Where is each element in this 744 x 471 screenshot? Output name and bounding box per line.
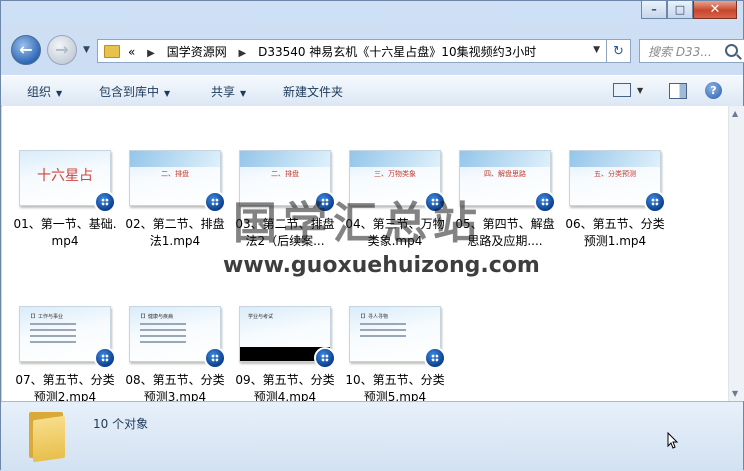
file-item[interactable]: 二、排盘 02、第二节、排盘法1.mp4 <box>122 150 228 250</box>
file-name: 02、第二节、排盘法1.mp4 <box>125 217 225 248</box>
item-count: 10 个对象 <box>93 417 149 431</box>
thumbnail-title: 【】健康与疾病 <box>138 314 174 320</box>
maximize-button[interactable]: □ <box>667 1 693 19</box>
minimize-button[interactable]: – <box>641 1 667 19</box>
organize-label: 组织 <box>27 85 52 99</box>
media-player-icon <box>204 347 226 369</box>
media-player-icon <box>644 191 666 213</box>
new-folder-button[interactable]: 新建文件夹 <box>283 83 343 100</box>
file-name: 08、第五节、分类预测3.mp4 <box>125 373 225 401</box>
media-player-icon <box>204 191 226 213</box>
back-button[interactable]: ← <box>11 35 41 65</box>
media-player-icon <box>94 191 116 213</box>
address-overflow[interactable]: « <box>128 45 135 59</box>
video-thumbnail: 【】健康与疾病 <box>129 306 226 369</box>
thumbnail-title: 学业与考试 <box>248 314 274 320</box>
forward-arrow-icon: → <box>55 40 69 59</box>
thumbnail-banner <box>130 151 220 167</box>
share-menu[interactable]: 共享 ▼ <box>211 83 246 100</box>
refresh-button[interactable]: ↻ <box>607 39 631 63</box>
file-name: 10、第五节、分类预测5.mp4 <box>345 373 445 401</box>
chevron-down-icon: ▼ <box>164 89 171 98</box>
scroll-down-icon[interactable]: ▼ <box>732 389 738 398</box>
caption-buttons: – □ ✕ <box>641 1 737 19</box>
folder-icon <box>29 412 67 463</box>
share-label: 共享 <box>211 85 236 99</box>
file-item[interactable]: 【】健康与疾病 08、第五节、分类预测3.mp4 <box>122 306 228 401</box>
video-thumbnail: 五、分类预测 <box>569 150 666 213</box>
maximize-icon: □ <box>674 3 686 16</box>
media-player-icon <box>424 347 446 369</box>
address-bar[interactable]: « ▶ 国学资源网 ▶ D33540 神易玄机《十六星占盘》10集视频约3小时 … <box>97 39 607 63</box>
breadcrumb-segment[interactable]: D33540 神易玄机《十六星占盘》10集视频约3小时 <box>258 45 536 59</box>
search-icon <box>725 44 738 57</box>
close-button[interactable]: ✕ <box>693 1 737 19</box>
thumbnail-banner <box>460 151 550 167</box>
address-path: « ▶ 国学资源网 ▶ D33540 神易玄机《十六星占盘》10集视频约3小时 <box>128 43 536 60</box>
file-item[interactable]: 【】寻人寻物 10、第五节、分类预测5.mp4 <box>342 306 448 401</box>
file-item[interactable]: 学业与考试 09、第五节、分类预测4.mp4 <box>232 306 338 401</box>
thumbnail-title: 三、万物类象 <box>374 170 416 178</box>
watermark-title: 国学汇总站 <box>233 198 483 249</box>
search-input[interactable]: 搜索 D33... <box>648 43 718 60</box>
thumbnail-text-lines <box>360 323 406 341</box>
refresh-icon: ↻ <box>613 43 624 59</box>
thumbnail-banner <box>350 151 440 167</box>
scroll-up-icon[interactable]: ▲ <box>732 109 738 118</box>
forward-button[interactable]: → <box>47 35 77 65</box>
organize-menu[interactable]: 组织 ▼ <box>27 83 62 100</box>
include-in-library-menu[interactable]: 包含到库中 ▼ <box>99 83 170 100</box>
thumbnail-title: 四、解盘思路 <box>484 170 526 178</box>
search-box[interactable]: 搜索 D33... <box>639 39 744 63</box>
thumbnail-title: 五、分类预测 <box>594 170 636 178</box>
navigation-row: ← → ▼ « ▶ 国学资源网 ▶ D33540 神易玄机《十六星占盘》10集视… <box>9 33 744 69</box>
media-player-icon <box>534 191 556 213</box>
view-dropdown-icon[interactable]: ▼ <box>637 86 643 95</box>
help-icon[interactable]: ? <box>705 82 722 99</box>
file-name: 09、第五节、分类预测4.mp4 <box>235 373 335 401</box>
thumbnail-banner <box>240 151 330 167</box>
media-player-icon <box>94 347 116 369</box>
change-view-icon[interactable] <box>613 83 631 97</box>
command-bar: 组织 ▼ 包含到库中 ▼ 共享 ▼ 新建文件夹 ▼ ? <box>1 75 743 107</box>
thumbnail-title: 十六星占 <box>37 168 93 184</box>
vertical-scrollbar[interactable]: ▲ ▼ <box>728 106 744 401</box>
minimize-icon: – <box>651 3 657 16</box>
video-thumbnail: 二、排盘 <box>129 150 226 213</box>
file-name: 06、第五节、分类预测1.mp4 <box>565 217 665 248</box>
thumbnail-text-lines <box>140 323 186 347</box>
thumbnail-title: 【】工作与事业 <box>28 314 64 320</box>
chevron-down-icon: ▼ <box>240 89 247 98</box>
video-thumbnail: 学业与考试 <box>239 306 336 369</box>
folder-icon <box>104 44 120 58</box>
video-thumbnail: 十六星占 <box>19 150 116 213</box>
file-name: 07、第五节、分类预测2.mp4 <box>15 373 115 401</box>
recent-pages-dropdown[interactable]: ▼ <box>83 45 90 55</box>
video-thumbnail: 【】工作与事业 <box>19 306 116 369</box>
video-thumbnail: 【】寻人寻物 <box>349 306 446 369</box>
file-item[interactable]: 五、分类预测 06、第五节、分类预测1.mp4 <box>562 150 668 250</box>
chevron-down-icon: ▼ <box>56 89 63 98</box>
file-item[interactable]: 【】工作与事业 07、第五节、分类预测2.mp4 <box>12 306 118 401</box>
thumbnail-title: 二、排盘 <box>271 170 299 178</box>
thumbnail-text-lines <box>30 323 76 347</box>
preview-pane-icon[interactable] <box>669 83 687 99</box>
breadcrumb-separator-icon[interactable]: ▶ <box>239 48 247 59</box>
breadcrumb-segment[interactable]: 国学资源网 <box>167 45 227 59</box>
watermark-url: www.guoxuehuizong.com <box>223 253 540 278</box>
file-item[interactable]: 十六星占 01、第一节、基础.mp4 <box>12 150 118 250</box>
details-pane: 10 个对象 <box>1 401 743 471</box>
thumbnail-banner <box>570 151 660 167</box>
media-player-icon <box>314 347 336 369</box>
breadcrumb-separator-icon[interactable]: ▶ <box>147 48 155 59</box>
thumbnail-title: 【】寻人寻物 <box>358 314 389 320</box>
include-in-library-label: 包含到库中 <box>99 85 160 99</box>
file-name: 01、第一节、基础.mp4 <box>13 217 117 248</box>
close-icon: ✕ <box>709 2 721 17</box>
back-arrow-icon: ← <box>19 40 33 59</box>
address-dropdown-icon[interactable]: ▼ <box>593 45 600 55</box>
new-folder-label: 新建文件夹 <box>283 85 344 99</box>
thumbnail-title: 二、排盘 <box>161 170 189 178</box>
explorer-window: – □ ✕ ← → ▼ « ▶ 国学资源网 ▶ D33540 神易玄机《十六星占… <box>0 0 744 471</box>
